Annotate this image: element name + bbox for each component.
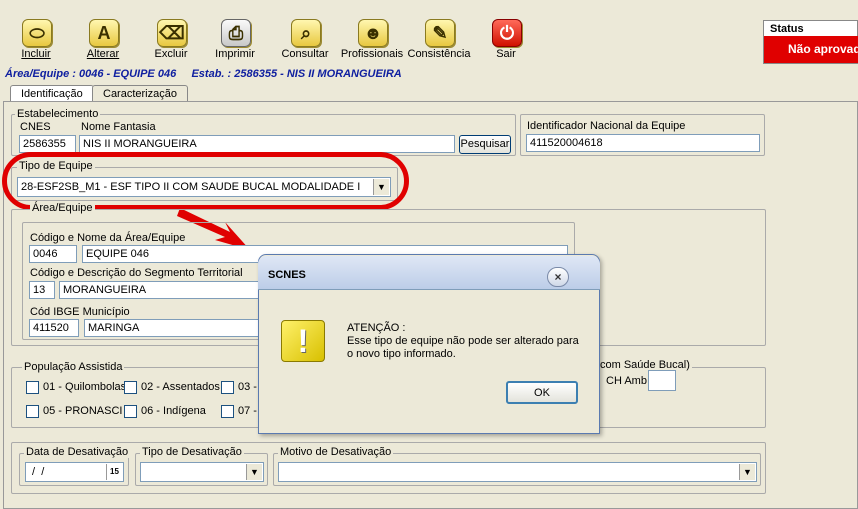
consultar-button[interactable]: ⌕ Consultar <box>273 16 337 66</box>
ch-amb-label: CH Amb <box>606 375 647 387</box>
data-desativacao-legend: Data de Desativação <box>24 446 131 458</box>
dialog-heading: ATENÇÃO : <box>347 322 406 334</box>
codigo-area-label: Código e Nome da Área/Equipe <box>30 232 186 244</box>
dialog-title: SCNES <box>268 269 306 281</box>
tipo-desativacao-select[interactable]: ▼ <box>140 462 264 482</box>
nome-fantasia-label: Nome Fantasia <box>81 121 156 133</box>
option-03-label: 03 - <box>238 381 257 393</box>
search-icon: ⌕ <box>291 19 321 47</box>
ok-button[interactable]: OK <box>506 381 578 404</box>
power-icon: ⏻ <box>492 19 522 47</box>
option-07-label: 07 - <box>238 405 257 417</box>
checkbox-indigena[interactable] <box>124 405 137 418</box>
segmento-label: Código e Descrição do Segmento Territori… <box>30 267 243 279</box>
cnes-field[interactable]: 2586355 <box>19 135 76 153</box>
indigena-label: 06 - Indígena <box>141 405 206 417</box>
ine-field[interactable]: 411520004618 <box>526 134 760 152</box>
status-badge: Não aprovad <box>764 36 858 63</box>
checkbox-07[interactable] <box>221 405 234 418</box>
tab-caracterizacao[interactable]: Caracterização <box>92 85 188 102</box>
estabelecimento-legend: Estabelecimento <box>15 108 101 120</box>
quilombolas-label: 01 - Quilombolas <box>43 381 127 393</box>
checkbox-pronasci[interactable] <box>26 405 39 418</box>
chevron-down-icon[interactable]: ▼ <box>739 464 755 480</box>
nome-fantasia-field[interactable]: NIS II MORANGUEIRA <box>79 135 455 153</box>
alterar-button[interactable]: A Alterar <box>71 16 135 66</box>
check-pencil-icon: ✎ <box>425 19 455 47</box>
delete-icon: ⌫ <box>157 19 187 47</box>
tipo-desativacao-legend: Tipo de Desativação <box>140 446 244 458</box>
ch-amb-field[interactable] <box>648 370 676 391</box>
edit-icon: A <box>89 19 119 47</box>
dialog-message: Esse tipo de equipe não pode ser alterad… <box>347 335 579 360</box>
add-icon: ⬭ <box>22 19 52 47</box>
ibge-label: Cód IBGE Município <box>30 306 130 318</box>
status-title: Status <box>770 23 804 35</box>
printer-icon: ⎙ <box>221 19 251 47</box>
checkbox-03[interactable] <box>221 381 234 394</box>
chevron-down-icon[interactable]: ▼ <box>246 464 262 480</box>
imprimir-button[interactable]: ⎙ Imprimir <box>203 16 267 66</box>
area-equipe-legend: Área/Equipe <box>30 202 95 214</box>
calendar-icon[interactable]: 15 <box>106 464 122 480</box>
consistencia-button[interactable]: ✎ Consistência <box>407 16 471 66</box>
profissionais-button[interactable]: ☻ Profissionais <box>340 16 404 66</box>
populacao-legend: População Assistida <box>22 361 125 373</box>
codigo-area-field[interactable]: 0046 <box>29 245 77 263</box>
breadcrumb: Área/Equipe : 0046 - EQUIPE 046 Estab. :… <box>5 68 402 80</box>
excluir-button[interactable]: ⌫ Excluir <box>139 16 203 66</box>
cnes-label: CNES <box>20 121 51 133</box>
checkbox-quilombolas[interactable] <box>26 381 39 394</box>
motivo-desativacao-select[interactable]: ▼ <box>278 462 757 482</box>
segmento-codigo-field[interactable]: 13 <box>29 281 55 299</box>
warning-icon: ! <box>281 320 325 362</box>
pesquisar-button[interactable]: Pesquisar <box>459 135 511 154</box>
ine-label: Identificador Nacional da Equipe <box>527 120 686 132</box>
assentados-label: 02 - Assentados <box>141 381 220 393</box>
sair-button[interactable]: ⏻ Sair <box>474 16 538 66</box>
motivo-desativacao-legend: Motivo de Desativação <box>278 446 394 458</box>
tab-identificacao[interactable]: Identificação <box>10 85 94 102</box>
incluir-button[interactable]: ⬭ Incluir <box>4 16 68 66</box>
saude-bucal-legend: com Saúde Bucal) <box>598 359 692 371</box>
ibge-field[interactable]: 411520 <box>29 319 79 337</box>
people-icon: ☻ <box>358 19 388 47</box>
pronasci-label: 05 - PRONASCI <box>43 405 123 417</box>
checkbox-assentados[interactable] <box>124 381 137 394</box>
close-icon[interactable]: × <box>547 267 569 287</box>
data-desativacao-field[interactable]: / /15 <box>25 462 124 482</box>
